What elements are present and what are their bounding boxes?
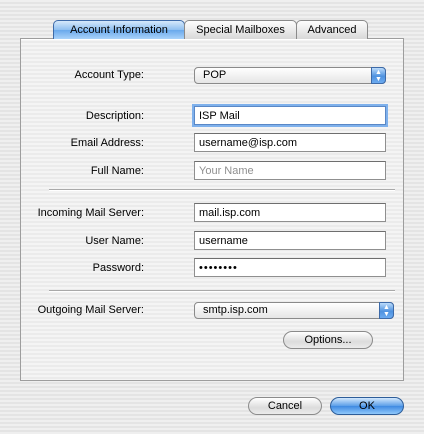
tab-bar: Account Information Special Mailboxes Ad… [53,20,368,40]
email-address-field[interactable] [194,133,386,152]
email-address-label: Email Address: [70,137,144,149]
description-field[interactable] [194,106,386,125]
tab-advanced[interactable]: Advanced [296,20,368,39]
ok-button[interactable]: OK [330,397,404,415]
description-label: Description: [85,110,144,122]
tab-account-information[interactable]: Account Information [53,20,185,39]
full-name-label: Full Name: [90,165,144,177]
tab-special-mailboxes[interactable]: Special Mailboxes [184,20,297,39]
account-type-label: Account Type: [74,69,144,81]
user-name-field[interactable] [194,231,386,250]
cancel-button[interactable]: Cancel [248,397,322,415]
account-type-popup[interactable]: POP ▲ ▼ [194,67,386,84]
full-name-field[interactable] [194,161,386,180]
separator [49,290,395,292]
password-field[interactable] [194,258,386,277]
user-name-label: User Name: [85,235,144,247]
up-down-arrows-icon: ▲ ▼ [371,67,386,84]
password-label: Password: [92,262,144,274]
incoming-mail-server-field[interactable] [194,203,386,222]
account-type-value: POP [203,69,227,81]
incoming-mail-server-label: Incoming Mail Server: [37,207,144,219]
outgoing-mail-server-label: Outgoing Mail Server: [37,304,144,316]
outgoing-mail-server-popup[interactable]: smtp.isp.com ▲ ▼ [194,302,394,319]
tab-panel: Account Type: POP ▲▼ Description: Email … [20,38,404,381]
options-button[interactable]: Options... [283,331,373,349]
outgoing-mail-server-value: smtp.isp.com [203,304,268,316]
separator [49,189,395,191]
up-down-arrows-icon: ▲ ▼ [379,302,394,319]
